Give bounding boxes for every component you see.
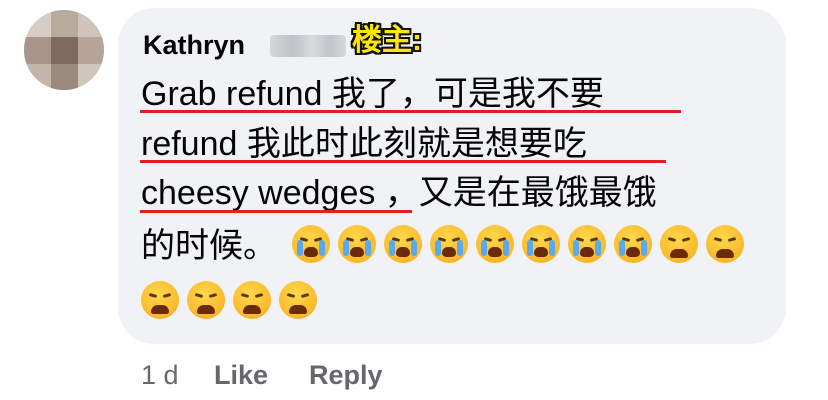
weary-face-icon <box>706 225 745 263</box>
weary-face-icon <box>279 281 317 319</box>
loudly-crying-face-icon <box>430 225 469 263</box>
loudly-crying-face-icon <box>476 225 515 263</box>
loudly-crying-face-icon <box>568 225 607 263</box>
weary-face-icon <box>141 281 179 319</box>
weary-face-icon <box>660 225 699 263</box>
comment-line-4-text: 的时候。 <box>141 227 277 265</box>
weary-face-icon <box>233 281 271 319</box>
avatar[interactable] <box>24 10 104 90</box>
comment-line-4: 的时候。 <box>141 224 752 268</box>
redacted-surname <box>270 35 346 57</box>
loudly-crying-face-icon <box>292 225 331 263</box>
comment-timestamp[interactable]: 1 d <box>141 355 179 395</box>
emoji-row-1 <box>292 225 752 265</box>
author-name[interactable]: Kathryn <box>143 28 245 62</box>
red-underline-2 <box>140 160 666 163</box>
loudly-crying-face-icon <box>384 225 423 263</box>
like-button[interactable]: Like <box>214 355 268 395</box>
reply-button[interactable]: Reply <box>309 355 383 395</box>
op-label: 楼主: <box>352 24 422 57</box>
loudly-crying-face-icon <box>522 225 561 263</box>
loudly-crying-face-icon <box>614 225 653 263</box>
comment-line-3: cheesy wedges ，又是在最饿最饿 <box>141 174 657 212</box>
weary-face-icon <box>187 281 225 319</box>
red-underline-1 <box>140 110 681 113</box>
loudly-crying-face-icon <box>338 225 377 263</box>
red-underline-3 <box>140 210 412 213</box>
emoji-row-2 <box>141 280 325 324</box>
